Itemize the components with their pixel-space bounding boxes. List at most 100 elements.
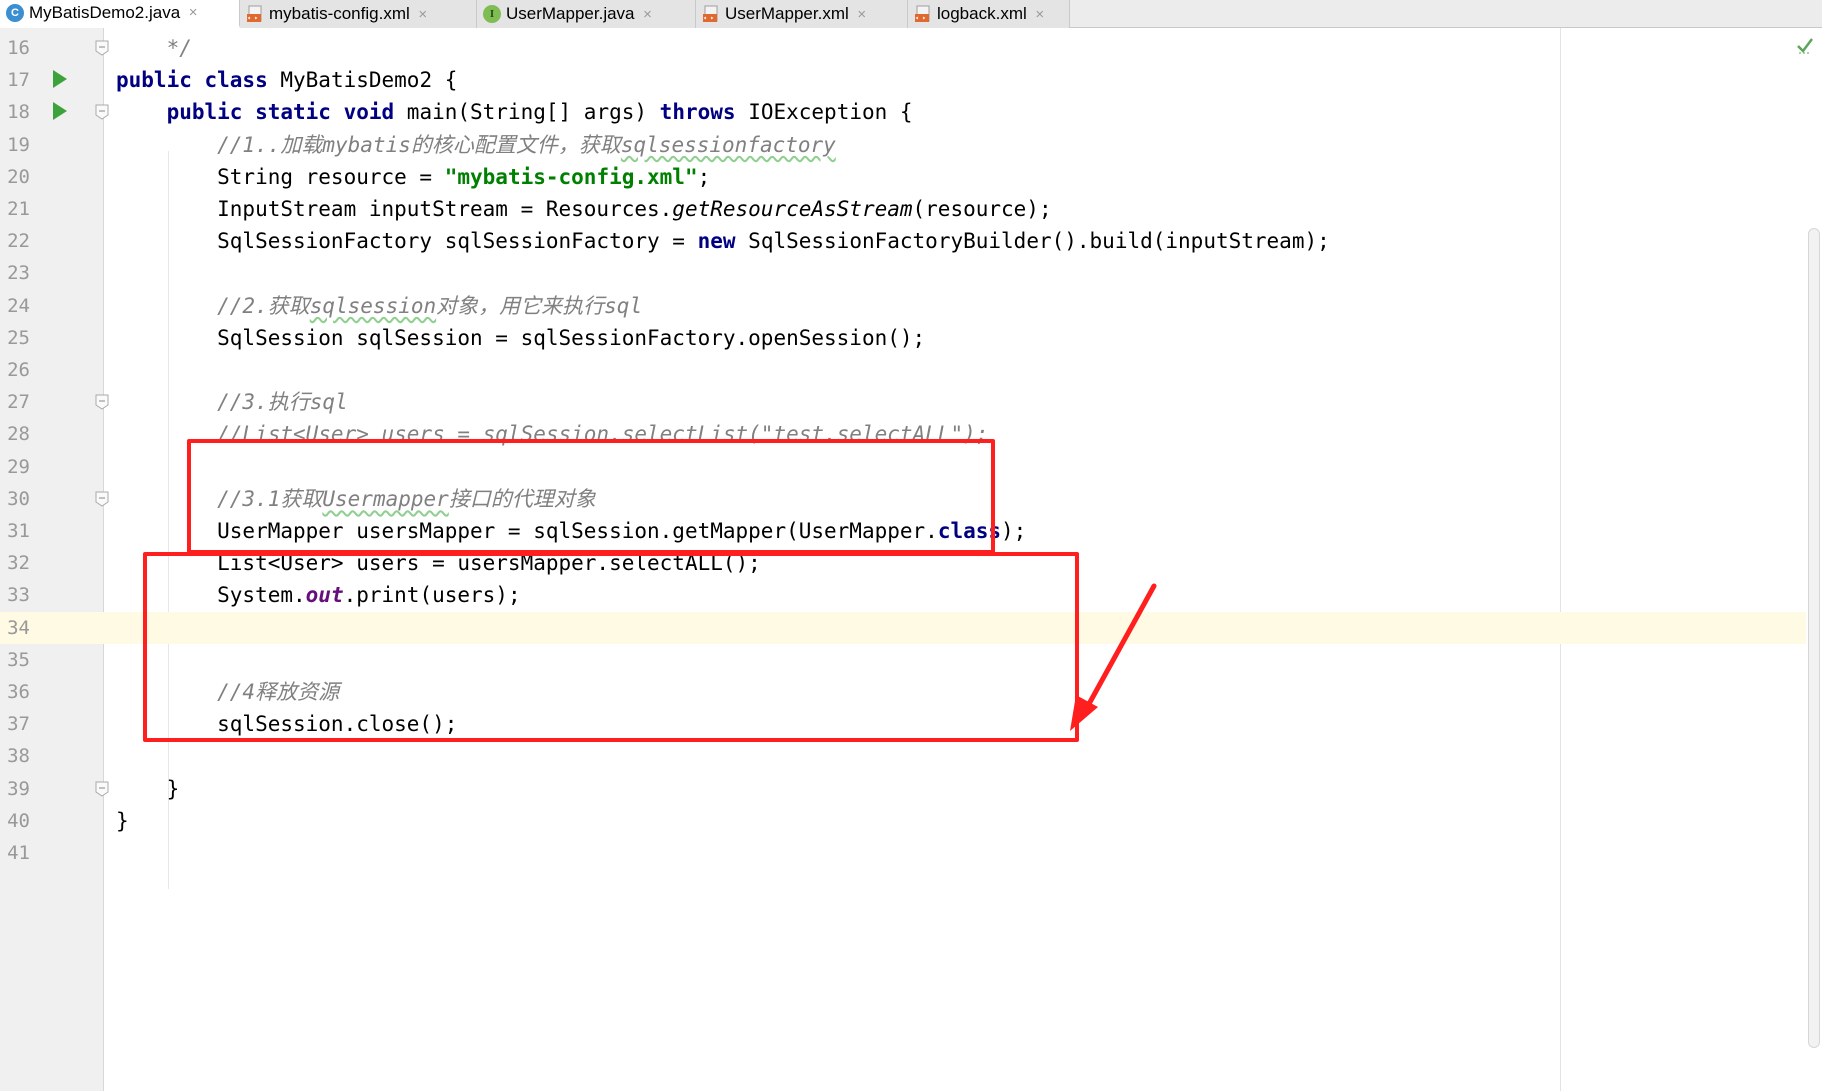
code-line[interactable]: 18 public static void main(String[] args… bbox=[0, 96, 1806, 128]
line-number: 36 bbox=[7, 681, 30, 703]
code-editor[interactable]: 16 */ 17 public class MyBatisDemo2 { 18 pub… bbox=[0, 28, 1822, 1091]
xml-file-icon bbox=[914, 5, 932, 23]
code-token: "mybatis-config.xml" bbox=[444, 164, 698, 189]
code-token: SqlSessionFactory sqlSessionFactory = bbox=[116, 229, 698, 254]
code-line[interactable]: 17 public class MyBatisDemo2 { bbox=[0, 64, 1806, 96]
code-token: //3.执行sql bbox=[116, 390, 348, 415]
line-number: 20 bbox=[7, 165, 30, 188]
code-line[interactable]: 24 //2.获取sqlsession对象，用它来执行sql bbox=[0, 290, 1806, 322]
fold-marker-icon[interactable] bbox=[94, 781, 110, 797]
line-number: 41 bbox=[7, 842, 30, 864]
code-line[interactable]: 38 bbox=[0, 740, 1806, 772]
xml-file-icon bbox=[246, 5, 264, 23]
code-line[interactable]: 39 } bbox=[0, 773, 1806, 805]
fold-marker-icon[interactable] bbox=[94, 40, 110, 56]
java-class-icon: C bbox=[6, 3, 24, 22]
code-token: SqlSession sqlSession = sqlSessionFactor… bbox=[116, 325, 926, 350]
tab-label: UserMapper.java bbox=[506, 4, 635, 23]
line-number: 23 bbox=[7, 262, 30, 285]
line-number: 39 bbox=[7, 777, 30, 800]
tab-label: mybatis-config.xml bbox=[269, 4, 410, 23]
line-number: 31 bbox=[7, 520, 30, 542]
line-number: 34 bbox=[7, 616, 30, 639]
code-token: } bbox=[116, 776, 180, 801]
code-token: sqlsessionfactory bbox=[620, 132, 836, 157]
fold-marker-icon[interactable] bbox=[94, 491, 110, 507]
code-token: SqlSessionFactoryBuilder().build(inputSt… bbox=[748, 229, 1330, 254]
code-line[interactable]: 41 bbox=[0, 837, 1806, 869]
code-token: InputStream inputStream = Resources. bbox=[116, 197, 673, 221]
code-line[interactable]: 16 */ bbox=[0, 32, 1806, 64]
code-line[interactable]: 22 SqlSessionFactory sqlSessionFactory =… bbox=[0, 225, 1806, 257]
annotation-arrow bbox=[1070, 583, 1157, 731]
tab-mybatisdemo2-java[interactable]: C MyBatisDemo2.java × bbox=[0, 0, 240, 28]
line-number: 29 bbox=[7, 455, 30, 478]
code-token: new bbox=[697, 229, 749, 254]
code-token: throws bbox=[659, 100, 749, 125]
fold-marker-icon[interactable] bbox=[94, 394, 110, 410]
code-line[interactable]: 25 SqlSession sqlSession = sqlSessionFac… bbox=[0, 322, 1806, 354]
tab-usermapper-java[interactable]: I UserMapper.java × bbox=[477, 0, 696, 28]
code-line[interactable]: 27 //3.执行sql bbox=[0, 386, 1806, 418]
code-token: MyBatisDemo2 { bbox=[280, 68, 458, 93]
tab-label: UserMapper.xml bbox=[725, 4, 849, 23]
code-token: ); bbox=[1001, 519, 1027, 543]
annotation-box-mapper-proxy bbox=[143, 552, 1079, 742]
code-token: main(String[] args) bbox=[406, 100, 660, 125]
code-line[interactable]: 20 String resource = "mybatis-config.xml… bbox=[0, 161, 1806, 193]
code-token: IOException { bbox=[748, 100, 913, 125]
code-token: getResourceAsStream bbox=[672, 197, 913, 221]
tab-usermapper-xml[interactable]: UserMapper.xml × bbox=[696, 0, 908, 28]
code-line[interactable]: 21 InputStream inputStream = Resources.g… bbox=[0, 193, 1806, 225]
close-tab-icon[interactable]: × bbox=[1033, 6, 1047, 23]
line-number: 40 bbox=[7, 809, 30, 832]
line-number: 35 bbox=[7, 648, 30, 671]
line-number: 25 bbox=[7, 326, 30, 349]
code-token: public class bbox=[116, 68, 281, 93]
tab-mybatis-config-xml[interactable]: mybatis-config.xml × bbox=[240, 0, 477, 28]
code-token: //2.获取 bbox=[116, 293, 310, 318]
line-number: 30 bbox=[7, 487, 30, 510]
line-number: 19 bbox=[7, 133, 30, 156]
line-number: 37 bbox=[7, 713, 30, 736]
code-token: String resource = bbox=[116, 164, 445, 189]
code-line[interactable]: 40} bbox=[0, 805, 1806, 837]
line-number: 17 bbox=[7, 69, 30, 92]
line-number: 27 bbox=[7, 391, 30, 414]
code-token: } bbox=[116, 808, 129, 833]
run-gutter-icon[interactable] bbox=[52, 101, 68, 121]
code-token: public static void bbox=[166, 100, 407, 125]
line-number: 22 bbox=[7, 230, 30, 253]
xml-file-icon bbox=[702, 5, 720, 23]
line-number: 28 bbox=[7, 423, 30, 446]
tab-label: MyBatisDemo2.java bbox=[29, 2, 181, 22]
tab-label: logback.xml bbox=[937, 4, 1027, 23]
ide-window: C MyBatisDemo2.java × mybatis-config.xml × I U… bbox=[0, 0, 1822, 1091]
scrollbar-thumb[interactable] bbox=[1808, 228, 1820, 1048]
code-token: //1..加载mybatis的核心配置文件，获取 bbox=[116, 132, 621, 157]
close-tab-icon[interactable]: × bbox=[641, 6, 655, 23]
code-token: 对象，用它来执行sql bbox=[436, 293, 643, 318]
fold-marker-icon[interactable] bbox=[94, 104, 110, 120]
code-line[interactable]: 26 bbox=[0, 354, 1806, 386]
code-line[interactable]: 19 //1..加载mybatis的核心配置文件，获取sqlsessionfac… bbox=[0, 129, 1806, 161]
java-interface-icon: I bbox=[483, 5, 501, 23]
close-tab-icon[interactable]: × bbox=[416, 6, 430, 23]
code-token: (resource); bbox=[912, 197, 1052, 221]
line-number: 24 bbox=[7, 294, 30, 317]
editor-tab-bar: C MyBatisDemo2.java × mybatis-config.xml × I U… bbox=[0, 0, 1822, 28]
line-number: 38 bbox=[7, 745, 30, 768]
line-number: 26 bbox=[7, 359, 30, 381]
run-gutter-icon[interactable] bbox=[52, 69, 68, 89]
close-tab-icon[interactable]: × bbox=[855, 6, 869, 23]
code-token: */ bbox=[116, 36, 192, 60]
close-tab-icon[interactable]: × bbox=[186, 4, 200, 21]
line-number: 18 bbox=[7, 101, 30, 124]
code-line[interactable]: 23 bbox=[0, 257, 1806, 289]
line-number: 33 bbox=[7, 584, 30, 607]
code-token: ; bbox=[697, 164, 711, 189]
annotation-box-commented-sql bbox=[187, 439, 995, 554]
code-token: sqlsession bbox=[309, 293, 437, 318]
tab-logback-xml[interactable]: logback.xml × bbox=[908, 0, 1070, 28]
